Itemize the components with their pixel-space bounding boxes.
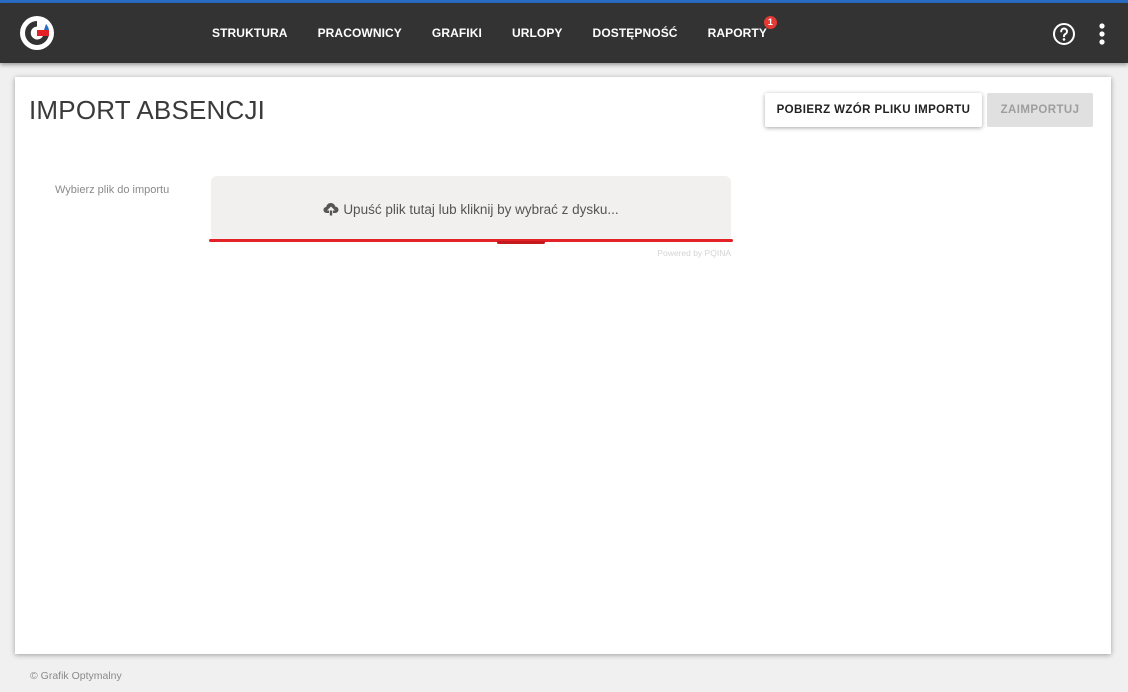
app-logo-icon[interactable] — [18, 14, 56, 52]
import-card: IMPORT ABSENCJI POBIERZ WZÓR PLIKU IMPOR… — [15, 77, 1111, 654]
main-nav: STRUKTURA PRACOWNICY GRAFIKI URLOPY DOST… — [212, 3, 797, 63]
nav-dostepnosc[interactable]: DOSTĘPNOŚĆ — [593, 26, 678, 40]
import-button[interactable]: ZAIMPORTUJ — [987, 93, 1093, 127]
file-dropzone[interactable]: Upuść plik tutaj lub kliknij by wybrać z… — [211, 176, 731, 242]
nav-raporty-label: RAPORTY — [707, 26, 767, 40]
help-icon[interactable] — [1052, 22, 1076, 46]
powered-by-credit[interactable]: Powered by PQINA — [643, 248, 731, 258]
file-input-label: Wybierz plik do importu — [55, 184, 170, 196]
dropzone-content: Upuść plik tutaj lub kliknij by wybrać z… — [323, 201, 619, 217]
dropzone-underline-mark — [497, 241, 545, 244]
top-navbar: STRUKTURA PRACOWNICY GRAFIKI URLOPY DOST… — [0, 3, 1128, 63]
nav-grafiki[interactable]: GRAFIKI — [432, 26, 482, 40]
notification-badge: 1 — [763, 16, 777, 29]
page-title: IMPORT ABSENCJI — [29, 95, 266, 125]
dropzone-underline — [209, 239, 733, 242]
nav-struktura[interactable]: STRUKTURA — [212, 26, 288, 40]
download-template-button[interactable]: POBIERZ WZÓR PLIKU IMPORTU — [765, 93, 982, 127]
more-vertical-icon[interactable] — [1094, 22, 1110, 46]
footer-copyright: © Grafik Optymalny — [30, 670, 122, 682]
nav-urlopy[interactable]: URLOPY — [512, 26, 563, 40]
nav-raporty[interactable]: RAPORTY 1 — [707, 16, 777, 40]
dropzone-text: Upuść plik tutaj lub kliknij by wybrać z… — [343, 201, 619, 217]
cloud-upload-icon — [323, 203, 339, 216]
nav-pracownicy[interactable]: PRACOWNICY — [318, 26, 402, 40]
